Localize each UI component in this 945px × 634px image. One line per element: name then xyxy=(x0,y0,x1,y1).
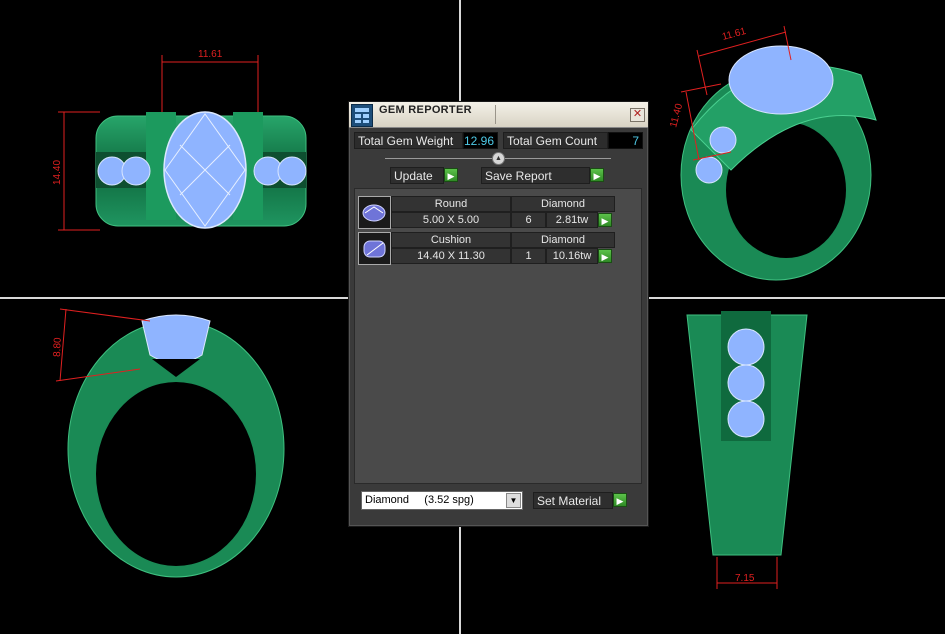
save-report-button-label: Save Report xyxy=(485,169,552,183)
gem-row[interactable]: Round Diamond 5.00 X 5.00 6 2.81tw ▶ xyxy=(358,196,615,230)
gem-shape: Round xyxy=(391,196,511,212)
gem-list[interactable]: Round Diamond 5.00 X 5.00 6 2.81tw ▶ Cus… xyxy=(354,188,642,484)
slider-knob-icon[interactable]: ▲ xyxy=(492,152,505,165)
ring-front-model[interactable] xyxy=(67,314,285,578)
gem-size: 14.40 X 11.30 xyxy=(391,248,511,264)
dimension-top-width xyxy=(161,55,259,112)
total-gem-weight-label: Total Gem Weight xyxy=(354,132,463,149)
gem-material: Diamond xyxy=(511,232,615,248)
gem-count: 6 xyxy=(511,212,546,228)
material-select-value: Diamond (3.52 spg) xyxy=(365,494,474,506)
play-arrow-icon[interactable]: ▶ xyxy=(598,213,612,227)
total-gem-count-value: 7 xyxy=(608,132,643,149)
dimension-top-height xyxy=(58,111,100,231)
dimension-label-side-width: 7.15 xyxy=(735,573,755,584)
close-icon[interactable]: ✕ xyxy=(630,108,645,122)
update-button[interactable]: Update xyxy=(390,167,444,184)
gem-count: 1 xyxy=(511,248,546,264)
total-gem-weight-value: 12.96 xyxy=(463,132,498,149)
ring-iso-model[interactable] xyxy=(680,45,877,281)
dimension-label-iso-width: 11.61 xyxy=(721,26,748,43)
round-gem-icon xyxy=(358,196,391,229)
gem-weight: 10.16tw xyxy=(546,248,598,264)
update-button-label: Update xyxy=(394,169,433,183)
play-arrow-icon[interactable]: ▶ xyxy=(444,168,458,182)
total-gem-count-label: Total Gem Count xyxy=(503,132,608,149)
dimension-label-top-height: 14.40 xyxy=(52,160,63,185)
dimension-label-top-width: 11.61 xyxy=(198,49,223,60)
gem-reporter-icon xyxy=(351,104,373,127)
play-arrow-icon[interactable]: ▶ xyxy=(613,493,627,507)
gem-size: 5.00 X 5.00 xyxy=(391,212,511,228)
dropdown-arrow-icon[interactable]: ▼ xyxy=(506,493,521,508)
play-arrow-icon[interactable]: ▶ xyxy=(598,249,612,263)
cushion-gem-icon xyxy=(358,232,391,265)
set-material-button-label: Set Material xyxy=(537,494,602,508)
set-material-button[interactable]: Set Material xyxy=(533,492,613,509)
titlebar-separator xyxy=(495,105,496,124)
save-report-button[interactable]: Save Report xyxy=(481,167,590,184)
gem-weight: 2.81tw xyxy=(546,212,598,228)
panel-title: GEM REPORTER xyxy=(379,104,472,116)
ring-side-model[interactable] xyxy=(686,311,808,556)
play-arrow-icon[interactable]: ▶ xyxy=(590,168,604,182)
panel-titlebar[interactable]: GEM REPORTER ✕ xyxy=(349,102,648,128)
dimension-label-iso-height: 11.40 xyxy=(668,102,685,129)
dimension-label-front-height: 8.80 xyxy=(52,337,64,357)
gem-material: Diamond xyxy=(511,196,615,212)
material-select[interactable]: Diamond (3.52 spg) ▼ xyxy=(361,491,523,510)
gem-reporter-panel[interactable]: GEM REPORTER ✕ Total Gem Weight 12.96 To… xyxy=(348,101,649,527)
ring-top-model[interactable] xyxy=(95,111,307,229)
gem-shape: Cushion xyxy=(391,232,511,248)
gem-row[interactable]: Cushion Diamond 14.40 X 11.30 1 10.16tw … xyxy=(358,232,615,266)
